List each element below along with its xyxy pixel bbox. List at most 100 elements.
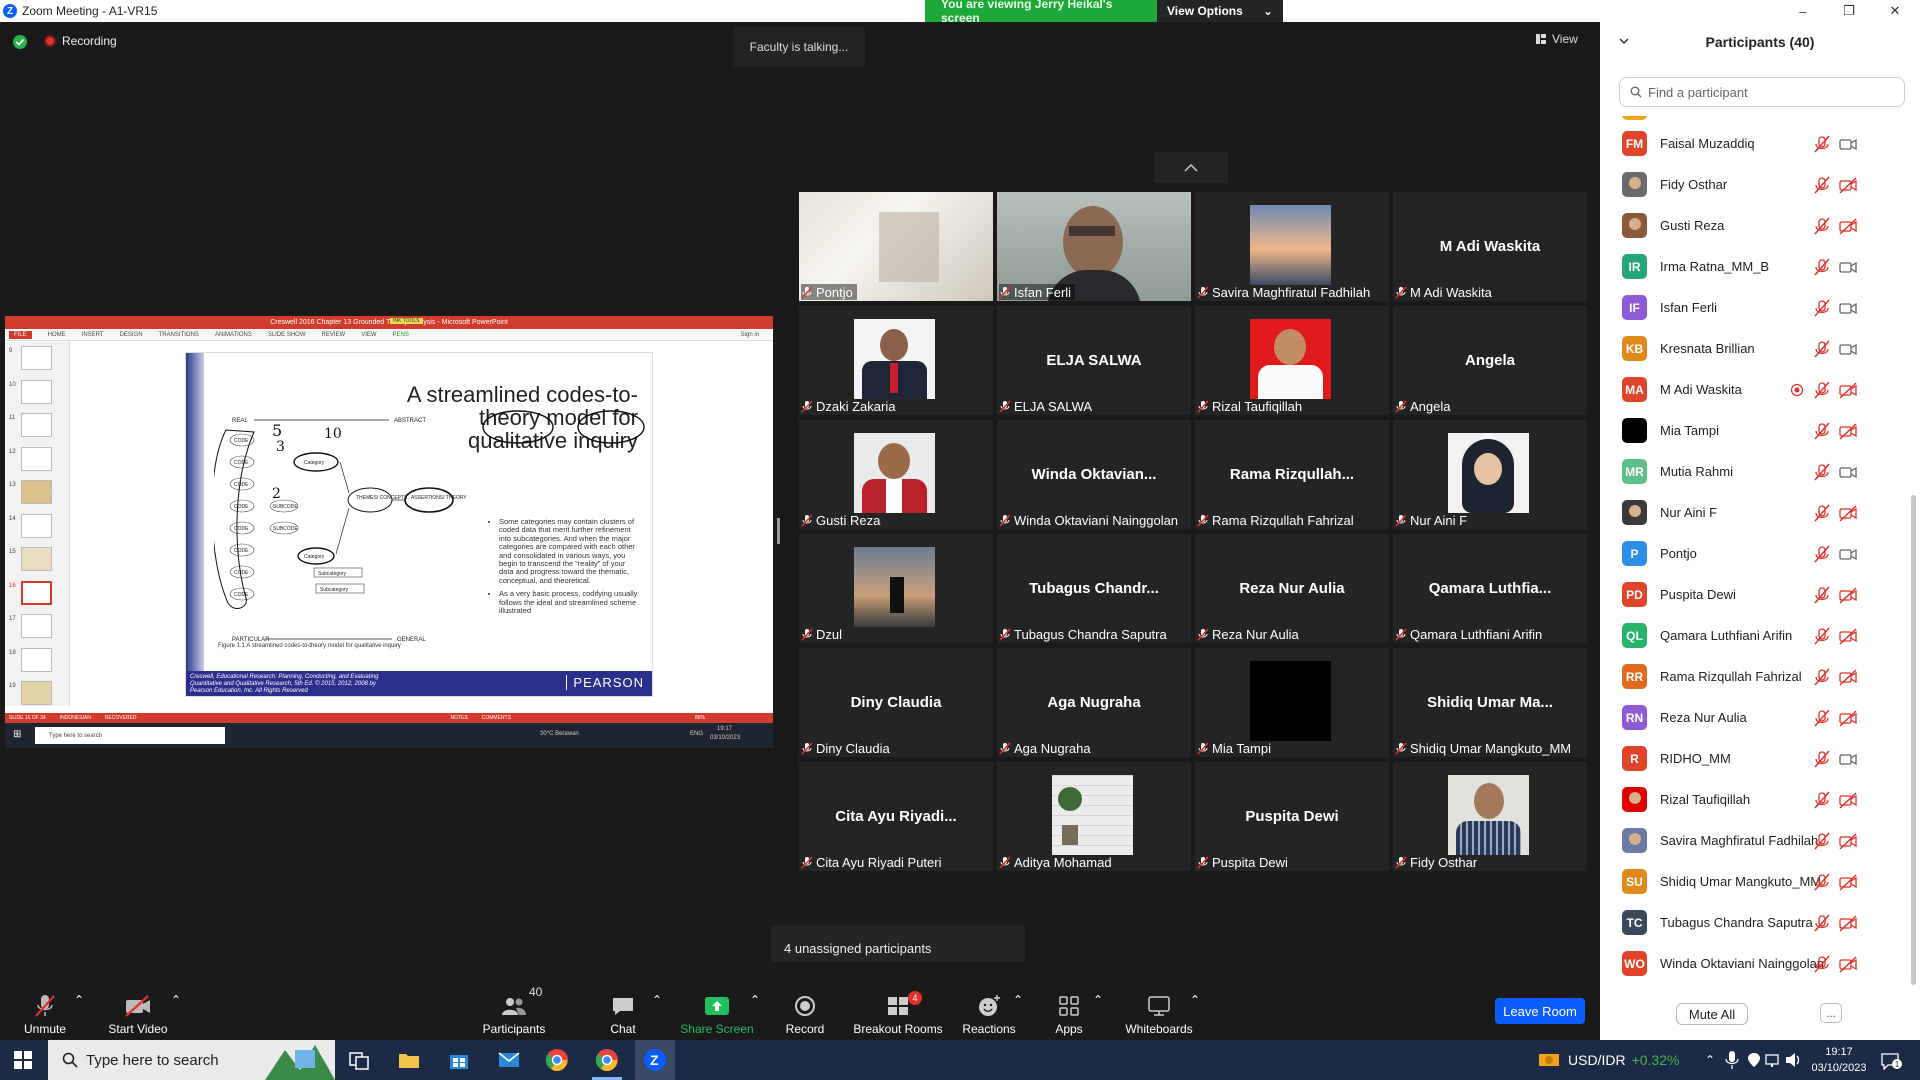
- video-camera-icon[interactable]: [1838, 134, 1858, 154]
- view-button[interactable]: View: [1535, 32, 1578, 46]
- video-off-icon[interactable]: [1838, 216, 1858, 236]
- participant-row[interactable]: Nur Aini F: [1600, 492, 1912, 533]
- participant-row[interactable]: R RIDHO_MM: [1600, 738, 1912, 779]
- video-off-icon[interactable]: [1838, 503, 1858, 523]
- participant-row[interactable]: KB Kresnata Brillian: [1600, 328, 1912, 369]
- video-tile[interactable]: Shidiq Umar Ma... Shidiq Umar Mangkuto_MM: [1393, 648, 1587, 757]
- microphone-muted-icon[interactable]: [1812, 954, 1832, 974]
- video-off-icon[interactable]: [1838, 790, 1858, 810]
- video-off-icon[interactable]: [1838, 585, 1858, 605]
- reactions-options-caret[interactable]: ⌃: [1013, 993, 1023, 1007]
- video-options-caret[interactable]: ⌃: [171, 993, 181, 1007]
- microphone-muted-icon[interactable]: [1812, 257, 1832, 277]
- network-icon[interactable]: [1765, 1052, 1783, 1068]
- gallery-scroll-up-button[interactable]: [1154, 152, 1228, 183]
- recording-indicator[interactable]: Recording: [44, 34, 117, 48]
- video-tile[interactable]: Rama Rizqullah... Rama Rizqullah Fahrizal: [1195, 420, 1389, 529]
- mail-icon[interactable]: [497, 1048, 521, 1072]
- microphone-muted-icon[interactable]: [1812, 667, 1832, 687]
- video-tile[interactable]: Rizal Taufiqillah: [1195, 306, 1389, 415]
- find-participant-input[interactable]: Find a participant: [1619, 77, 1905, 107]
- apps-options-caret[interactable]: ⌃: [1093, 993, 1103, 1007]
- split-divider[interactable]: [777, 518, 780, 544]
- video-off-icon[interactable]: [1838, 626, 1858, 646]
- participant-row[interactable]: RN Reza Nur Aulia: [1600, 697, 1912, 738]
- microphone-muted-icon[interactable]: [1812, 872, 1832, 892]
- mute-all-button[interactable]: Mute All: [1676, 1003, 1748, 1025]
- location-icon[interactable]: [1745, 1052, 1763, 1068]
- video-off-icon[interactable]: [1838, 913, 1858, 933]
- video-tile[interactable]: Cita Ayu Riyadi... Cita Ayu Riyadi Puteri: [799, 762, 993, 871]
- participant-row[interactable]: Fidy Osthar: [1600, 164, 1912, 205]
- microphone-muted-icon[interactable]: [1812, 913, 1832, 933]
- microphone-muted-icon[interactable]: [1812, 749, 1832, 769]
- participant-row[interactable]: IR Irma Ratna_MM_B: [1600, 246, 1912, 287]
- task-view-icon[interactable]: [347, 1048, 371, 1072]
- video-tile[interactable]: Pontjo: [799, 192, 993, 301]
- chrome-profile-icon[interactable]: [595, 1048, 619, 1072]
- video-tile[interactable]: Qamara Luthfia... Qamara Luthfiani Arifin: [1393, 534, 1587, 643]
- stock-ticker[interactable]: USD/IDR +0.32%: [1538, 1040, 1679, 1080]
- participant-row[interactable]: MR Mutia Rahmi: [1600, 451, 1912, 492]
- microphone-muted-icon[interactable]: [1812, 298, 1832, 318]
- notification-button[interactable]: 1: [1880, 1052, 1902, 1071]
- close-button[interactable]: ✕: [1872, 0, 1918, 22]
- chat-options-caret[interactable]: ⌃: [652, 993, 662, 1007]
- video-tile[interactable]: Aditya Mohamad: [997, 762, 1191, 871]
- microphone-muted-icon[interactable]: [1812, 134, 1832, 154]
- microphone-muted-icon[interactable]: [1812, 831, 1832, 851]
- video-tile[interactable]: Diny Claudia Diny Claudia: [799, 648, 993, 757]
- more-options-button[interactable]: ...: [1820, 1003, 1842, 1023]
- video-off-icon[interactable]: [1838, 954, 1858, 974]
- microphone-muted-icon[interactable]: [1812, 216, 1832, 236]
- participant-row[interactable]: TC Tubagus Chandra Saputra: [1600, 902, 1912, 943]
- video-camera-icon[interactable]: [1838, 298, 1858, 318]
- microphone-muted-icon[interactable]: [1812, 339, 1832, 359]
- microphone-muted-icon[interactable]: [1812, 790, 1832, 810]
- microphone-muted-icon[interactable]: [1812, 585, 1832, 605]
- start-video-button[interactable]: Start Video: [93, 965, 183, 1036]
- video-off-icon[interactable]: [1838, 175, 1858, 195]
- participants-button[interactable]: 40 Participants: [469, 965, 559, 1036]
- video-tile[interactable]: Isfan Ferli: [997, 192, 1191, 301]
- participant-row[interactable]: QL Qamara Luthfiani Arifin: [1600, 615, 1912, 656]
- microphone-muted-icon[interactable]: [1812, 380, 1832, 400]
- view-options-button[interactable]: View Options ⌄: [1157, 0, 1283, 22]
- minimize-button[interactable]: –: [1780, 0, 1826, 22]
- video-off-icon[interactable]: [1838, 667, 1858, 687]
- video-tile[interactable]: Aga Nugraha Aga Nugraha: [997, 648, 1191, 757]
- video-camera-icon[interactable]: [1838, 544, 1858, 564]
- video-tile[interactable]: Dzaki Zakaria: [799, 306, 993, 415]
- microphone-muted-icon[interactable]: [1812, 175, 1832, 195]
- windows-start-icon[interactable]: [13, 1050, 33, 1070]
- microphone-muted-icon[interactable]: [1812, 708, 1832, 728]
- audio-options-caret[interactable]: ⌃: [74, 993, 84, 1007]
- participant-row[interactable]: Rizal Taufiqillah: [1600, 779, 1912, 820]
- volume-icon[interactable]: [1785, 1052, 1803, 1068]
- participant-row[interactable]: WO Winda Oktaviani Nainggolan: [1600, 943, 1912, 984]
- video-tile[interactable]: Fidy Osthar: [1393, 762, 1587, 871]
- microphone-muted-icon[interactable]: [1812, 626, 1832, 646]
- chrome-icon[interactable]: [545, 1048, 569, 1072]
- video-tile[interactable]: Tubagus Chandr... Tubagus Chandra Saputra: [997, 534, 1191, 643]
- video-camera-icon[interactable]: [1838, 339, 1858, 359]
- video-tile[interactable]: Savira Maghfiratul Fadhilah: [1195, 192, 1389, 301]
- video-off-icon[interactable]: [1838, 380, 1858, 400]
- video-tile[interactable]: Angela Angela: [1393, 306, 1587, 415]
- participant-row[interactable]: RR Rama Rizqullah Fahrizal: [1600, 656, 1912, 697]
- zoom-taskbar-button[interactable]: Z: [635, 1040, 675, 1080]
- participant-row[interactable]: MA M Adi Waskita: [1600, 369, 1912, 410]
- video-tile[interactable]: M Adi Waskita M Adi Waskita: [1393, 192, 1587, 301]
- microphone-muted-icon[interactable]: [1812, 421, 1832, 441]
- taskbar-search-box[interactable]: Type here to search: [48, 1040, 335, 1080]
- participant-row[interactable]: Gusti Reza: [1600, 205, 1912, 246]
- participant-row[interactable]: Mia Tampi: [1600, 410, 1912, 451]
- microphone-tray-icon[interactable]: [1724, 1050, 1740, 1070]
- video-tile[interactable]: ELJA SALWA ELJA SALWA: [997, 306, 1191, 415]
- video-camera-icon[interactable]: [1838, 462, 1858, 482]
- participants-scrollbar[interactable]: [1911, 495, 1916, 985]
- participant-row[interactable]: P Pontjo: [1600, 533, 1912, 574]
- record-button[interactable]: Record: [760, 965, 850, 1036]
- store-icon[interactable]: [447, 1048, 471, 1072]
- video-camera-icon[interactable]: [1838, 257, 1858, 277]
